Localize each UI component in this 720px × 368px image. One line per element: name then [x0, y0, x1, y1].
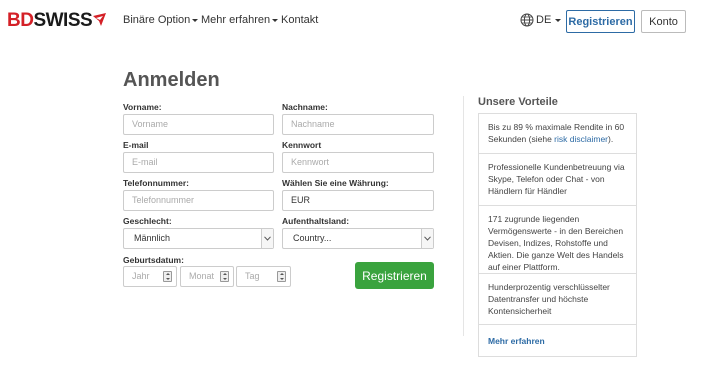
caret-down-icon [272, 18, 279, 22]
advantage-text: Professionelle Kundenbetreuung via Skype… [488, 162, 625, 196]
nav-contact-label: Kontakt [281, 14, 319, 26]
birth-day-placeholder: Tag [245, 271, 260, 281]
caret-down-icon [192, 18, 199, 22]
birth-month-placeholder: Monat [189, 271, 215, 281]
currency-input[interactable]: EUR [282, 190, 434, 211]
logo-bd-text: BD [7, 10, 34, 31]
nav-contact[interactable]: Kontakt [281, 14, 318, 27]
globe-icon [520, 13, 534, 27]
spinner-icon[interactable] [163, 271, 172, 282]
chevron-down-icon [424, 236, 431, 241]
currency-label: Wählen Sie eine Währung: [282, 178, 389, 188]
learn-more-link[interactable]: Mehr erfahren [488, 335, 545, 347]
select-arrow [421, 229, 433, 248]
birth-year-input[interactable]: Jahr [123, 266, 177, 287]
email-input[interactable]: E-mail [123, 152, 274, 173]
advantage-text: 171 zugrunde liegenden Vermögenswerte - … [488, 214, 624, 272]
top-navbar: BDSWISS Binäre Option Mehr erfahren Kont… [0, 0, 720, 42]
phone-input[interactable]: Telefonnummer [123, 190, 274, 211]
gender-select[interactable]: Männlich [123, 228, 274, 249]
caret-down-icon [555, 18, 562, 22]
logo-swiss-text: SWISS [33, 10, 93, 31]
phone-label: Telefonnummer: [123, 178, 189, 188]
nav-binary-options-label: Binäre Option [123, 14, 191, 26]
advantage-text-suffix: ). [608, 134, 614, 144]
birthdate-label: Geburtsdatum: [123, 255, 184, 265]
spinner-icon[interactable] [277, 271, 286, 282]
birth-day-input[interactable]: Tag [236, 266, 291, 287]
last-name-label: Nachname: [282, 102, 328, 112]
vertical-divider [463, 96, 464, 336]
account-button[interactable]: Konto [641, 10, 686, 33]
bdswiss-logo[interactable]: BDSWISS [7, 11, 107, 31]
spinner-icon[interactable] [220, 271, 229, 282]
language-selector[interactable]: DE [520, 13, 562, 27]
nav-binary-options[interactable]: Binäre Option [123, 14, 199, 27]
advantage-text: Hunderprozentig verschlüsselter Datentra… [488, 282, 610, 316]
risk-disclaimer-link[interactable]: risk disclaimer [554, 134, 608, 144]
birth-year-placeholder: Jahr [132, 271, 150, 281]
first-name-label: Vorname: [123, 102, 162, 112]
advantage-item: Hunderprozentig verschlüsselter Datentra… [479, 274, 636, 325]
country-select-value: Country... [293, 233, 332, 243]
nav-learn-more-label: Mehr erfahren [201, 14, 271, 26]
advantage-item: Professionelle Kundenbetreuung via Skype… [479, 154, 636, 206]
advantages-panel: Bis zu 89 % maximale Rendite in 60 Sekun… [478, 113, 637, 357]
password-input[interactable]: Kennwort [282, 152, 434, 173]
gender-label: Geschlecht: [123, 216, 172, 226]
language-label: DE [536, 14, 552, 26]
page-title: Anmelden [123, 69, 220, 91]
birth-month-input[interactable]: Monat [180, 266, 234, 287]
country-select[interactable]: Country... [282, 228, 434, 249]
password-label: Kennwort [282, 140, 322, 150]
last-name-input[interactable]: Nachname [282, 114, 434, 135]
advantages-title: Unsere Vorteile [478, 96, 558, 108]
header-register-button[interactable]: Registrieren [566, 10, 635, 33]
gender-select-value: Männlich [134, 233, 171, 243]
select-arrow [261, 229, 273, 248]
country-label: Aufenthaltsland: [282, 216, 350, 226]
advantage-item: Bis zu 89 % maximale Rendite in 60 Sekun… [479, 114, 636, 154]
logo-flag-icon [93, 12, 107, 26]
email-label: E-mail [123, 140, 149, 150]
first-name-input[interactable]: Vorname [123, 114, 274, 135]
chevron-down-icon [264, 236, 271, 241]
nav-learn-more[interactable]: Mehr erfahren [201, 14, 279, 27]
register-submit-button[interactable]: Registrieren [355, 262, 434, 289]
advantage-item: 171 zugrunde liegenden Vermögenswerte - … [479, 206, 636, 274]
